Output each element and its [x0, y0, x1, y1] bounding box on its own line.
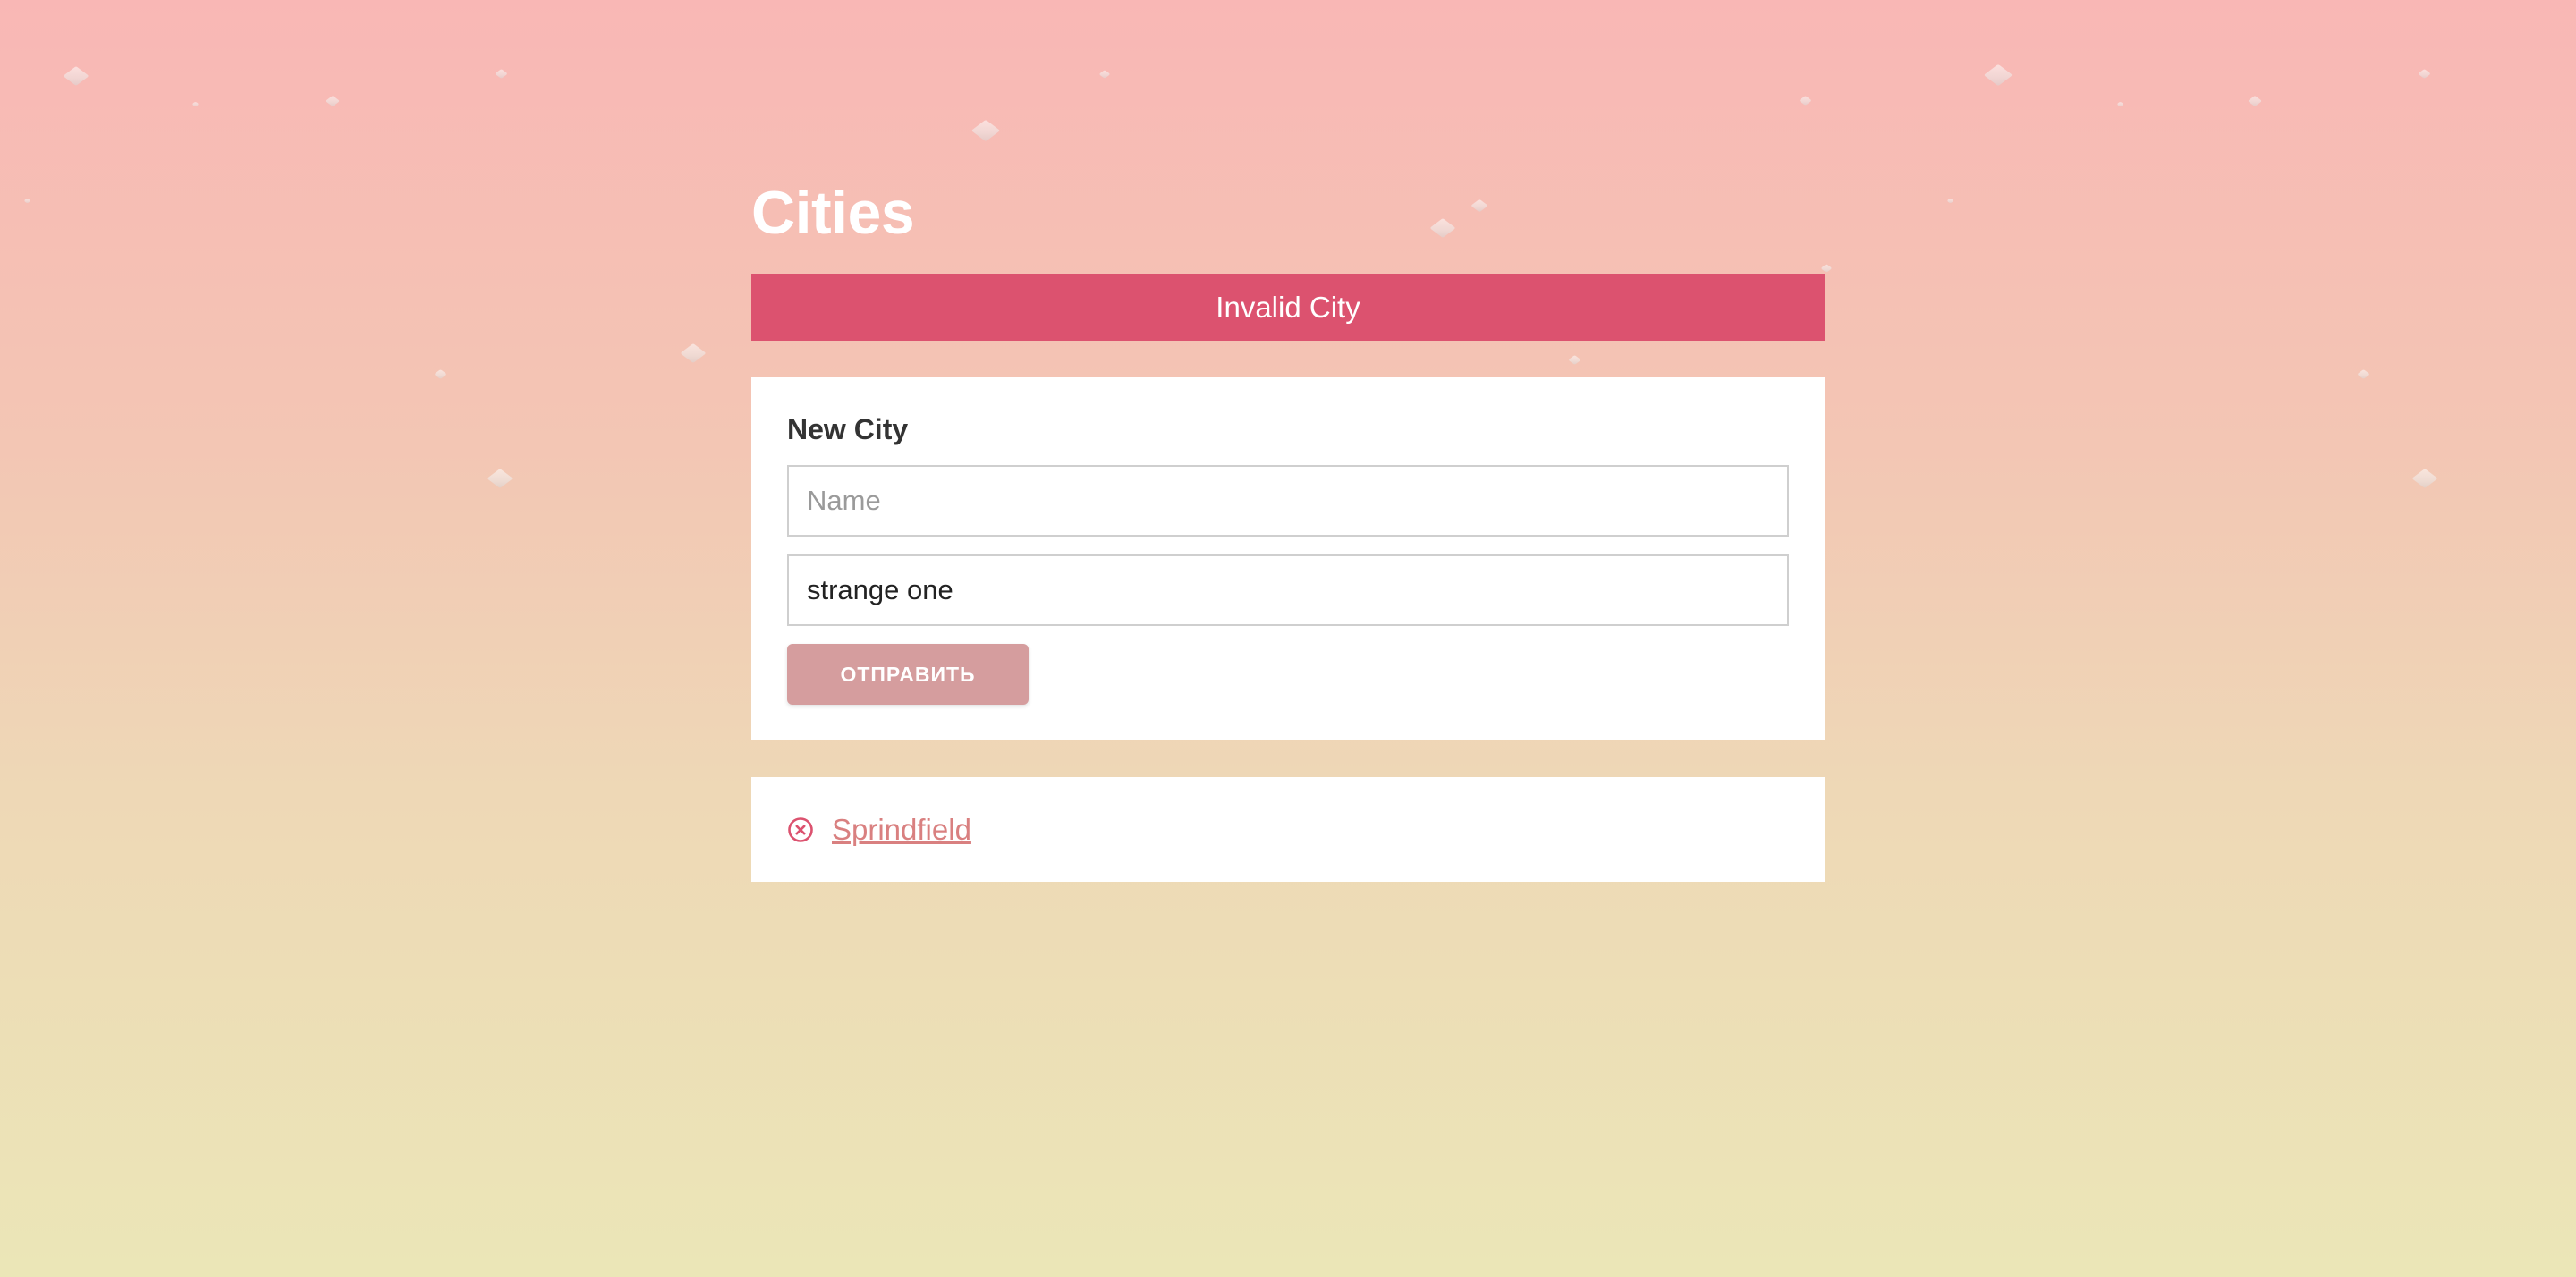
- decorative-cube: [1799, 96, 1812, 106]
- city-list: Sprindfield: [751, 777, 1825, 882]
- decorative-cube: [2418, 69, 2431, 79]
- decorative-cube: [487, 469, 513, 488]
- remove-city-icon[interactable]: [787, 816, 814, 843]
- decorative-cube: [970, 119, 1001, 142]
- decorative-cube: [2411, 469, 2438, 488]
- list-item: Sprindfield: [787, 813, 971, 847]
- decorative-cube: [23, 198, 31, 204]
- decorative-cube: [1983, 63, 2013, 87]
- decorative-cube: [63, 66, 89, 86]
- new-city-form: New City ОТПРАВИТЬ: [751, 377, 1825, 740]
- circle-x-icon: [788, 816, 813, 842]
- main-content: Cities Invalid City New City ОТПРАВИТЬ S…: [751, 170, 1825, 882]
- page-title: Cities: [751, 179, 915, 247]
- decorative-cube: [434, 369, 447, 379]
- description-input[interactable]: [787, 554, 1789, 626]
- decorative-cube: [1946, 198, 1954, 204]
- name-input[interactable]: [787, 465, 1789, 537]
- decorative-cube: [2247, 95, 2263, 107]
- error-message: Invalid City: [1216, 290, 1360, 324]
- decorative-cube: [2116, 101, 2124, 107]
- decorative-cube: [1098, 70, 1111, 79]
- decorative-cube: [680, 343, 707, 363]
- decorative-cube: [2357, 369, 2370, 379]
- city-link[interactable]: Sprindfield: [832, 813, 971, 847]
- decorative-cube: [495, 69, 508, 79]
- decorative-cube: [191, 101, 199, 107]
- error-banner: Invalid City: [751, 274, 1825, 341]
- submit-button[interactable]: ОТПРАВИТЬ: [787, 644, 1029, 705]
- form-title: New City: [787, 413, 909, 445]
- decorative-cube: [325, 95, 341, 107]
